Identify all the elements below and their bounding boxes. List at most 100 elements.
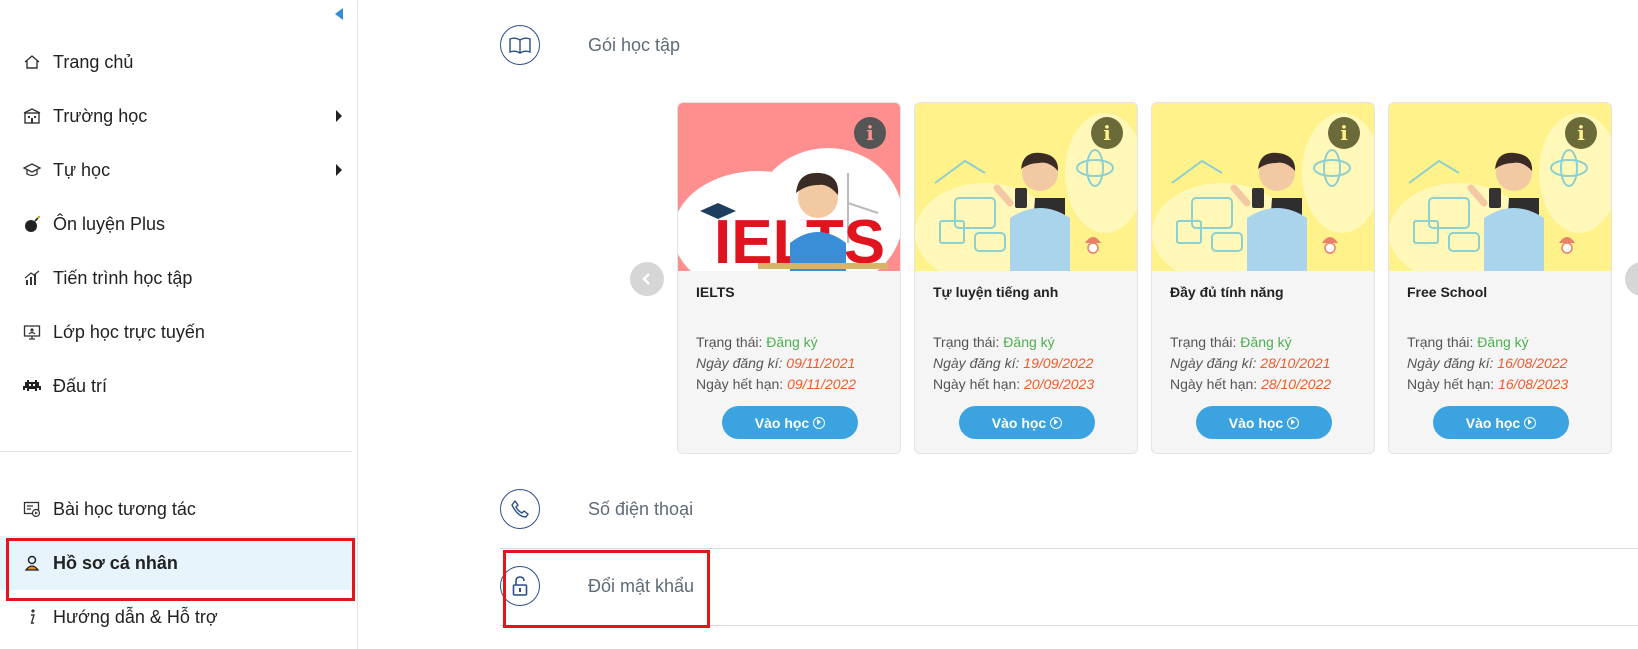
enter-course-label: Vào học (1465, 414, 1521, 431)
chevron-left-icon (642, 273, 650, 285)
enter-course-label: Vào học (1228, 414, 1284, 431)
sidebar-item-label: Đấu trí (53, 375, 108, 396)
space-invader-icon (20, 374, 44, 398)
registration-label: Ngày đăng kí: (1170, 355, 1257, 371)
sidebar-item-on-luyen-plus[interactable]: Ôn luyện Plus (0, 197, 356, 251)
separator (500, 625, 1638, 626)
play-circle-icon (813, 416, 826, 429)
enter-course-button[interactable]: Vào học (1196, 406, 1332, 439)
expiry-label: Ngày hết hạn: (1407, 376, 1495, 392)
expiry-line: Ngày hết hạn: 09/11/2022 (696, 376, 856, 392)
status-line: Trạng thái: Đăng ký (933, 334, 1055, 350)
chart-progress-icon (20, 266, 44, 290)
caret-right-icon (336, 110, 342, 122)
enter-course-button[interactable]: Vào học (959, 406, 1095, 439)
play-circle-icon (1050, 416, 1063, 429)
enter-course-button[interactable]: Vào học (722, 406, 858, 439)
status-value: Đăng ký (766, 334, 818, 350)
packages-title: Gói học tập (588, 34, 681, 55)
bomb-icon (20, 212, 44, 236)
status-label: Trạng thái: (1170, 334, 1237, 350)
school-icon (20, 104, 44, 128)
registration-label: Ngày đăng kí: (1407, 355, 1494, 371)
sidebar-item-label: Hướng dẫn & Hỗ trợ (53, 606, 218, 627)
sidebar-item-tu-hoc[interactable]: Tự học (0, 143, 356, 197)
registration-label: Ngày đăng kí: (696, 355, 783, 371)
sidebar-divider (0, 451, 352, 452)
registration-line: Ngày đăng kí: 28/10/2021 (1170, 355, 1330, 371)
status-label: Trạng thái: (696, 334, 763, 350)
expiry-line: Ngày hết hạn: 16/08/2023 (1407, 376, 1568, 392)
interactive-lesson-icon (20, 497, 44, 521)
info-icon (20, 605, 44, 629)
sidebar-item-ho-so-ca-nhan[interactable]: Hồ sơ cá nhân (0, 536, 356, 590)
expiry-label: Ngày hết hạn: (933, 376, 1021, 392)
online-class-icon (20, 320, 44, 344)
phone-title[interactable]: Số điện thoại (588, 499, 693, 520)
package-card: IELTS i IELTS Trạng thái: Đăng ký Ngày đ… (677, 102, 901, 454)
registration-date: 16/08/2022 (1497, 355, 1568, 371)
phone-icon (500, 489, 540, 529)
package-title: Free School (1407, 284, 1488, 300)
package-card: i Đầy đủ tính năng Trạng thái: Đăng ký N… (1151, 102, 1375, 454)
info-icon[interactable]: i (1328, 117, 1360, 149)
registration-date: 28/10/2021 (1260, 355, 1331, 371)
registration-label: Ngày đăng kí: (933, 355, 1020, 371)
sidebar-item-label: Tự học (53, 159, 111, 180)
section-packages: Gói học tập (500, 5, 900, 85)
expiry-line: Ngày hết hạn: 28/10/2022 (1170, 376, 1331, 392)
sidebar-item-label: Hồ sơ cá nhân (53, 552, 178, 573)
unlock-icon (500, 566, 540, 606)
package-title: IELTS (696, 284, 735, 300)
expiry-label: Ngày hết hạn: (696, 376, 784, 392)
status-line: Trạng thái: Đăng ký (1407, 334, 1529, 350)
registration-date: 19/09/2022 (1023, 355, 1094, 371)
status-line: Trạng thái: Đăng ký (1170, 334, 1292, 350)
info-icon[interactable]: i (1565, 117, 1597, 149)
sidebar-item-trang-chu[interactable]: Trang chủ (0, 35, 356, 89)
sidebar-item-tien-trinh[interactable]: Tiến trình học tập (0, 251, 356, 305)
caret-right-icon (336, 164, 342, 176)
play-circle-icon (1524, 416, 1537, 429)
status-value: Đăng ký (1003, 334, 1055, 350)
registration-line: Ngày đăng kí: 09/11/2021 (696, 355, 855, 371)
status-value: Đăng ký (1477, 334, 1529, 350)
carousel-prev-button[interactable] (630, 262, 664, 296)
section-change-password[interactable]: Đổi mật khẩu (500, 546, 1100, 626)
user-icon (20, 551, 44, 575)
status-value: Đăng ký (1240, 334, 1292, 350)
sidebar-item-truong-hoc[interactable]: Trường học (0, 89, 356, 143)
enter-course-label: Vào học (991, 414, 1047, 431)
info-icon[interactable]: i (1091, 117, 1123, 149)
expiry-date: 20/09/2023 (1024, 376, 1095, 392)
status-label: Trạng thái: (1407, 334, 1474, 350)
graduation-cap-icon (20, 158, 44, 182)
sidebar-item-dau-tri[interactable]: Đấu trí (0, 359, 356, 413)
registration-date: 09/11/2021 (786, 355, 856, 371)
sidebar-item-label: Trường học (53, 105, 148, 126)
sidebar-item-label: Lớp học trực tuyến (53, 321, 205, 342)
sidebar-item-lop-hoc-truc-tuyen[interactable]: Lớp học trực tuyến (0, 305, 356, 359)
sidebar: Trang chủ Trường học Tự học Ôn luyện Plu… (0, 0, 358, 649)
status-line: Trạng thái: Đăng ký (696, 334, 818, 350)
expiry-date: 16/08/2023 (1498, 376, 1569, 392)
expiry-date: 28/10/2022 (1261, 376, 1332, 392)
book-icon (500, 25, 540, 65)
sidebar-item-label: Trang chủ (53, 51, 134, 72)
package-title: Tự luyện tiếng anh (933, 284, 1059, 300)
info-icon[interactable]: i (854, 117, 886, 149)
sidebar-item-bai-hoc-tuong-tac[interactable]: Bài học tương tác (0, 482, 356, 536)
sidebar-item-label: Ôn luyện Plus (53, 213, 166, 234)
status-label: Trạng thái: (933, 334, 1000, 350)
sidebar-item-huong-dan-ho-tro[interactable]: Hướng dẫn & Hỗ trợ (0, 590, 356, 644)
play-circle-icon (1287, 416, 1300, 429)
change-password-title[interactable]: Đổi mật khẩu (588, 576, 694, 597)
home-icon (20, 50, 44, 74)
section-phone: Số điện thoại (500, 469, 1100, 549)
registration-line: Ngày đăng kí: 19/09/2022 (933, 355, 1093, 371)
carousel-next-button[interactable] (1625, 262, 1638, 296)
sidebar-item-label: Tiến trình học tập (53, 267, 193, 288)
enter-course-button[interactable]: Vào học (1433, 406, 1569, 439)
sidebar-item-label: Bài học tương tác (53, 498, 196, 519)
collapse-sidebar-icon[interactable] (332, 7, 346, 21)
